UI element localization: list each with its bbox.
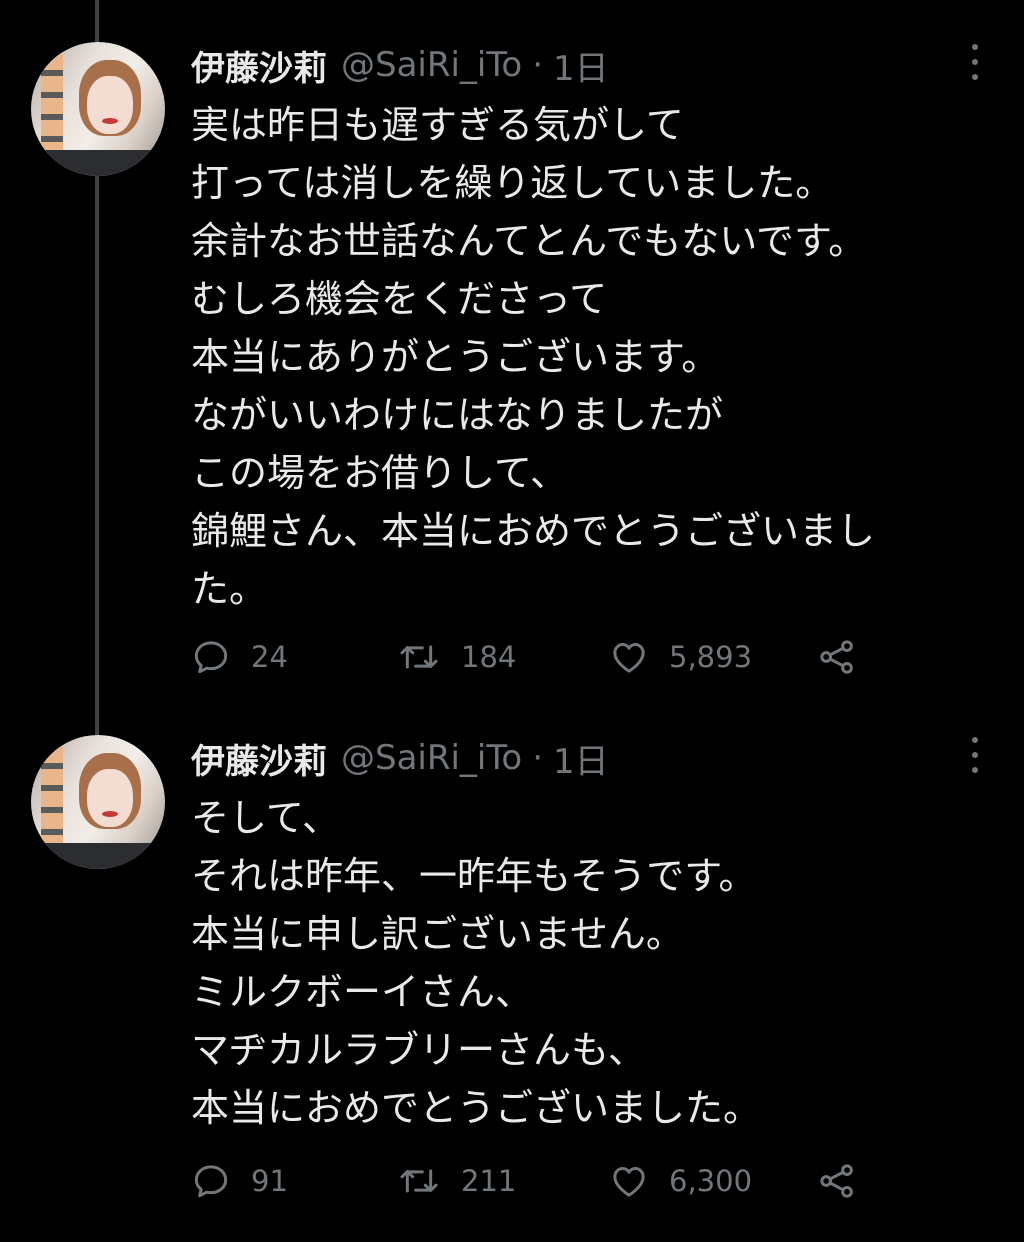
tweet-text-line: マヂカルラブリーさんも、 [191, 1028, 646, 1072]
reply-button[interactable]: 91 [191, 1161, 288, 1201]
retweet-icon [400, 645, 438, 669]
tweet-text-line: むしろ機会をくださって [191, 277, 608, 321]
share-button[interactable] [817, 1161, 857, 1201]
tweet-text-line: 実は昨日も遅すぎる気がして [191, 103, 684, 147]
tweet-text: 実は昨日も遅すぎる気がして 打っては消しを繰り返していました。 余計なお世話なん… [191, 96, 981, 618]
separator-dot: · [532, 45, 543, 85]
tweet-header: 伊藤沙莉 @SaiRi_iTo · 1日 [191, 732, 609, 784]
tweet-text-line: 打っては消しを繰り返していました。 [191, 161, 834, 205]
avatar[interactable] [31, 735, 165, 869]
author-handle[interactable]: @SaiRi_iTo [341, 45, 522, 85]
retweet-count: 211 [461, 1164, 517, 1198]
like-button[interactable]: 5,893 [609, 637, 752, 677]
tweet-text-line: 余計なお世話なんてとんでもないです。 [191, 219, 867, 263]
more-vertical-icon[interactable] [968, 44, 982, 80]
tweet-text-line: それは昨年、一昨年もそうです。 [191, 854, 757, 898]
tweet-timestamp[interactable]: 1日 [553, 734, 609, 783]
tweet-text-line: ミルクボーイさん、 [191, 970, 534, 1014]
author-name[interactable]: 伊藤沙莉 [191, 734, 327, 783]
share-button[interactable] [817, 637, 857, 677]
reply-count: 91 [251, 1164, 288, 1198]
tweet-actions: 24 184 5,893 [191, 637, 891, 677]
like-count: 5,893 [669, 640, 753, 674]
tweet-text-line: 錦鯉さん、本当におめでとうございまし [191, 509, 876, 553]
retweet-icon [400, 1169, 438, 1193]
avatar[interactable] [31, 42, 165, 176]
reply-button[interactable]: 24 [191, 637, 288, 677]
heart-icon [613, 1167, 645, 1197]
retweet-button[interactable]: 211 [397, 1161, 516, 1201]
tweet-text-line: この場をお借りして、 [191, 451, 568, 495]
tweet-text-line: 本当にありがとうございます。 [191, 335, 720, 379]
tweet-text-line: 本当におめでとうございました。 [191, 1086, 762, 1130]
share-icon [820, 1164, 853, 1198]
tweet-text-line: 本当に申し訳ございません。 [191, 912, 684, 956]
tweet-text-line: ながいいわけにはなりましたが [191, 393, 724, 437]
heart-icon [613, 643, 645, 673]
like-count: 6,300 [669, 1164, 753, 1198]
tweet-text: そして、 それは昨年、一昨年もそうです。 本当に申し訳ございません。 ミルクボー… [191, 789, 981, 1137]
author-handle[interactable]: @SaiRi_iTo [341, 738, 522, 778]
like-button[interactable]: 6,300 [609, 1161, 752, 1201]
tweet-header: 伊藤沙莉 @SaiRi_iTo · 1日 [191, 39, 609, 91]
separator-dot: · [532, 738, 543, 778]
reply-count: 24 [251, 640, 288, 674]
reply-icon [194, 641, 228, 674]
more-vertical-icon[interactable] [968, 737, 982, 773]
share-icon [820, 640, 853, 674]
reply-icon [194, 1165, 228, 1198]
tweet-text-line: そして、 [191, 796, 340, 840]
tweet-actions: 91 211 6,300 [191, 1161, 891, 1201]
author-name[interactable]: 伊藤沙莉 [191, 41, 327, 90]
tweet-text-line: た。 [191, 567, 268, 611]
retweet-count: 184 [461, 640, 517, 674]
tweet-timestamp[interactable]: 1日 [553, 41, 609, 90]
retweet-button[interactable]: 184 [397, 637, 516, 677]
